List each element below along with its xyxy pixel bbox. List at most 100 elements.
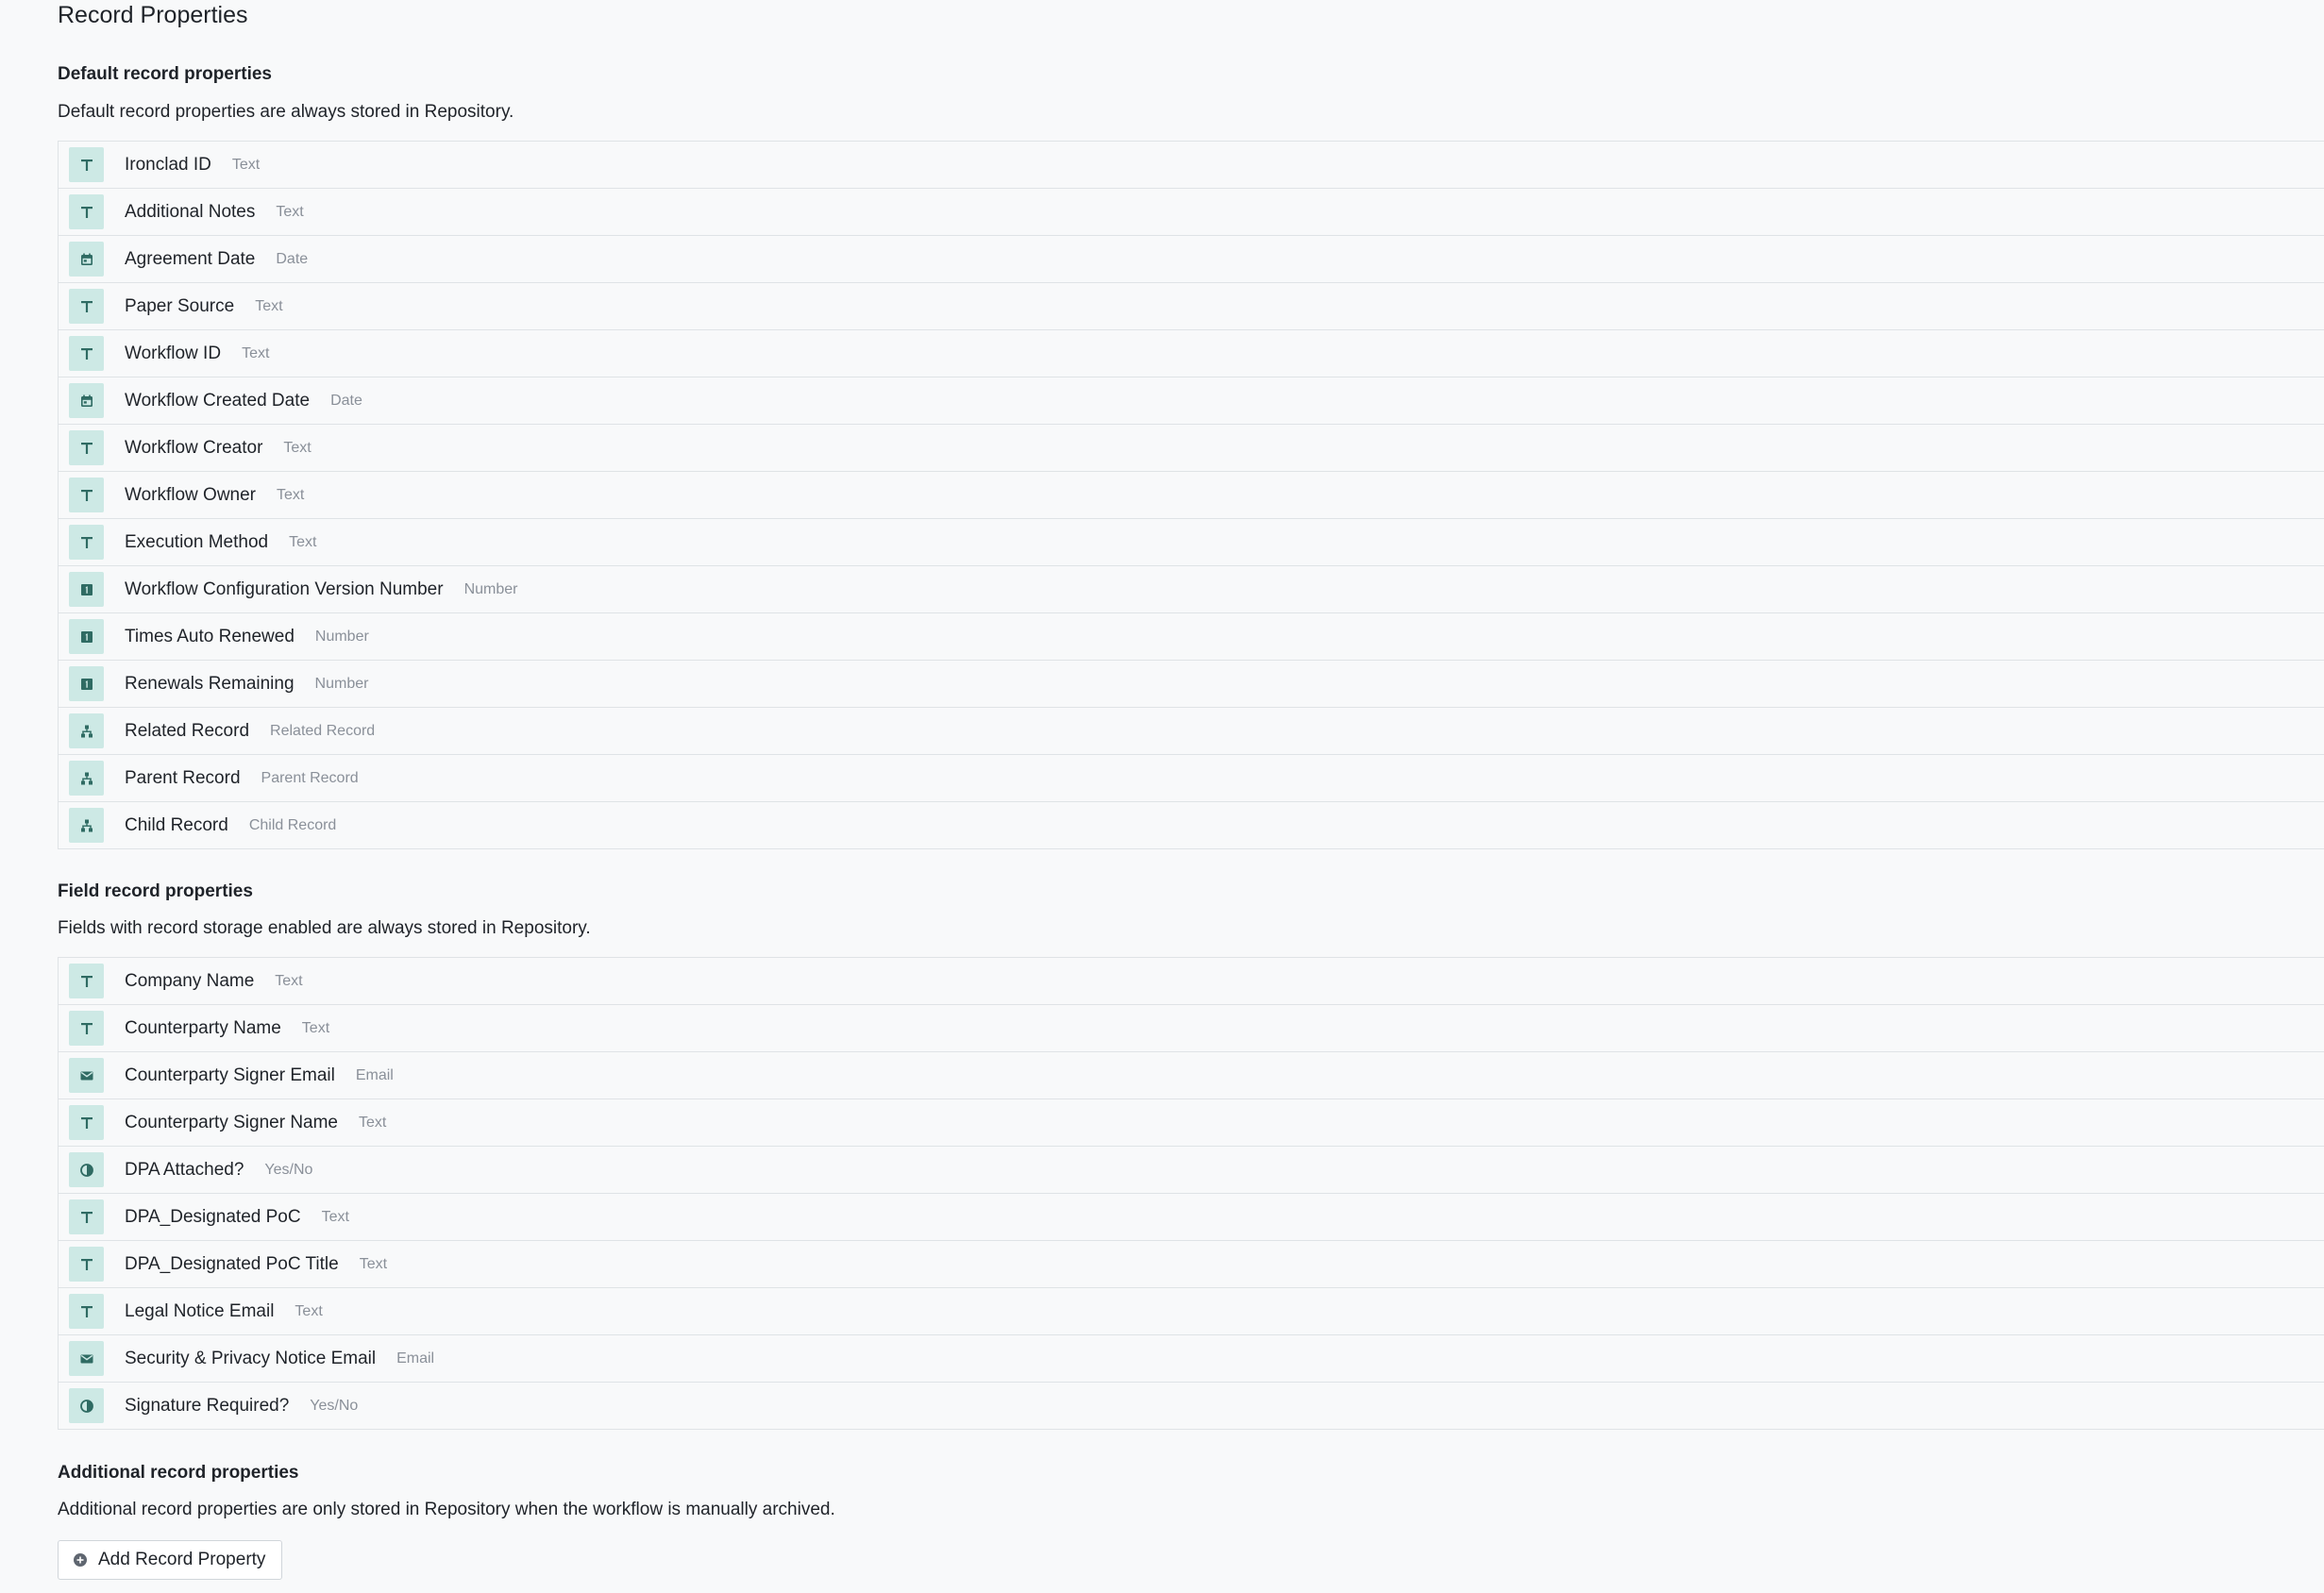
text-type-icon [69,1294,104,1329]
default-section-heading: Default record properties [58,64,272,84]
text-type-icon [69,1011,104,1046]
property-type: Text [275,972,303,989]
property-type: Text [301,1019,330,1036]
plus-circle-icon [73,1552,88,1568]
property-type: Parent Record [261,769,359,786]
property-name: Related Record [125,720,250,741]
property-type: Text [276,203,304,220]
text-type-icon [69,964,104,998]
text-type-icon [69,1105,104,1140]
page-title: Record Properties [58,2,248,28]
property-type: Date [330,392,362,409]
property-row[interactable]: Related Record Related Record [59,708,2324,755]
additional-section-description: Additional record properties are only st… [58,1500,835,1519]
property-row[interactable]: DPA Attached? Yes/No [59,1147,2324,1194]
property-type: Related Record [270,722,376,739]
property-name: Counterparty Signer Email [125,1065,335,1085]
text-type-icon [69,194,104,229]
additional-section-heading: Additional record properties [58,1463,299,1483]
property-name: Signature Required? [125,1395,290,1416]
property-name: Renewals Remaining [125,673,295,694]
property-name: Child Record [125,814,228,835]
property-name: Legal Notice Email [125,1300,275,1321]
property-row[interactable]: Workflow Owner Text [59,472,2324,519]
property-name: Company Name [125,970,255,991]
property-type: Number [314,675,369,692]
property-name: Security & Privacy Notice Email [125,1348,377,1368]
text-type-icon [69,289,104,324]
text-type-icon [69,1199,104,1234]
property-row[interactable]: Execution Method Text [59,519,2324,566]
property-name: Workflow Created Date [125,390,311,411]
property-row[interactable]: DPA_Designated PoC Text [59,1194,2324,1241]
default-properties-list: Ironclad ID Text Additional Notes Text Agree… [58,141,2324,849]
property-type: Text [255,297,283,314]
property-row[interactable]: Additional Notes Text [59,189,2324,236]
property-row[interactable]: Counterparty Signer Name Text [59,1099,2324,1147]
text-type-icon [69,1247,104,1282]
property-type: Yes/No [264,1161,313,1178]
property-name: Parent Record [125,767,241,788]
property-type: Text [231,156,261,173]
text-type-icon [69,525,104,560]
property-type: Email [355,1066,394,1083]
property-name: Workflow Creator [125,437,263,458]
field-properties-list: Company Name Text Counterparty Name Text Cou… [58,957,2324,1430]
calendar-icon [69,383,104,418]
property-type: Text [295,1302,323,1319]
property-row[interactable]: Workflow Created Date Date [59,377,2324,425]
property-name: Times Auto Renewed [125,626,295,646]
property-row[interactable]: Ironclad ID Text [59,142,2324,189]
property-row[interactable]: Renewals Remaining Number [59,661,2324,708]
property-name: DPA_Designated PoC Title [125,1253,339,1274]
property-name: DPA Attached? [125,1159,244,1180]
property-row[interactable]: Signature Required? Yes/No [59,1383,2324,1430]
property-row[interactable]: Paper Source Text [59,283,2324,330]
property-name: Workflow Configuration Version Number [125,579,444,599]
property-name: Workflow Owner [125,484,257,505]
property-row[interactable]: Counterparty Name Text [59,1005,2324,1052]
property-row[interactable]: Workflow Configuration Version Number Num… [59,566,2324,613]
property-row[interactable]: Security & Privacy Notice Email Email [59,1335,2324,1383]
number-type-icon [69,572,104,607]
calendar-icon [69,242,104,277]
property-row[interactable]: Child Record Child Record [59,802,2324,849]
property-row[interactable]: Workflow ID Text [59,330,2324,377]
add-record-property-label: Add Record Property [98,1550,266,1569]
text-type-icon [69,336,104,371]
add-record-property-button[interactable]: Add Record Property [58,1540,283,1580]
record-properties-page: Record Properties Default record propert… [58,0,2324,1580]
property-name: Execution Method [125,531,269,552]
envelope-icon [69,1058,104,1093]
property-row[interactable]: Agreement Date Date [59,236,2324,283]
default-section-description: Default record properties are always sto… [58,102,514,122]
property-name: Workflow ID [125,343,222,363]
property-type: Date [276,250,309,267]
text-type-icon [69,430,104,465]
property-name: Counterparty Signer Name [125,1112,338,1132]
property-row[interactable]: Legal Notice Email Text [59,1288,2324,1335]
property-type: Text [283,439,312,456]
property-name: Additional Notes [125,201,256,222]
property-name: Agreement Date [125,248,256,269]
property-row[interactable]: Times Auto Renewed Number [59,613,2324,661]
text-type-icon [69,147,104,182]
property-row[interactable]: Workflow Creator Text [59,425,2324,472]
property-row[interactable]: Parent Record Parent Record [59,755,2324,802]
envelope-icon [69,1341,104,1376]
number-type-icon [69,619,104,654]
half-circle-icon [69,1152,104,1187]
text-type-icon [69,478,104,512]
property-type: Text [321,1208,349,1225]
property-type: Child Record [248,816,337,833]
property-name: Paper Source [125,295,235,316]
property-row[interactable]: DPA_Designated PoC Title Text [59,1241,2324,1288]
half-circle-icon [69,1388,104,1423]
property-row[interactable]: Counterparty Signer Email Email [59,1052,2324,1099]
hierarchy-icon [69,761,104,796]
property-row[interactable]: Company Name Text [59,958,2324,1005]
property-name: DPA_Designated PoC [125,1206,301,1227]
property-type: Email [396,1350,435,1367]
property-name: Counterparty Name [125,1017,281,1038]
property-type: Text [242,344,270,361]
